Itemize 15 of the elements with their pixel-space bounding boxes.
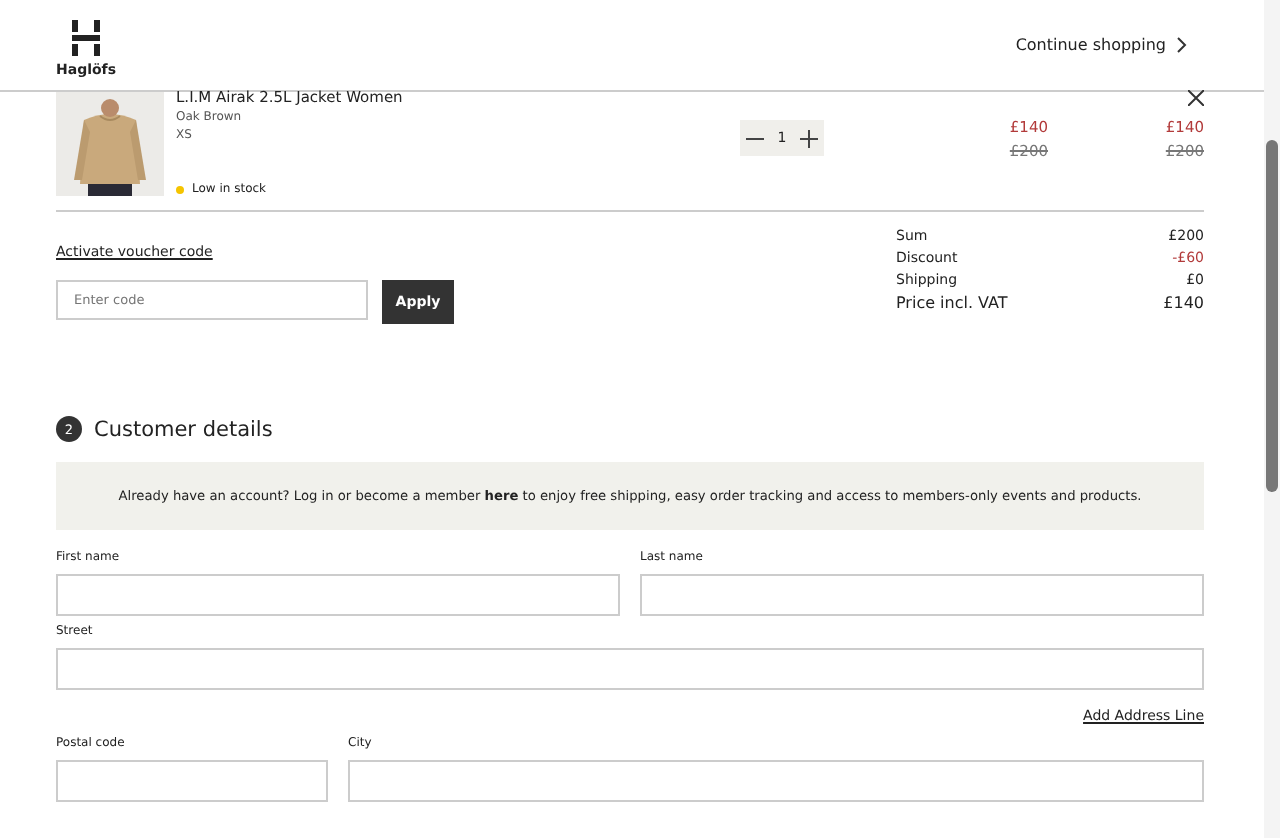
input-field[interactable] bbox=[348, 760, 1204, 802]
close-icon[interactable] bbox=[1188, 90, 1204, 106]
stock-dot bbox=[176, 185, 184, 193]
continue-shopping-link[interactable]: Continue shopping bbox=[1015, 36, 1188, 54]
section-title: Customer details bbox=[94, 417, 273, 441]
plus-icon[interactable] bbox=[799, 129, 818, 147]
input-field[interactable] bbox=[640, 574, 1204, 616]
input-field[interactable] bbox=[56, 574, 620, 616]
summary-label: Price incl. VAT bbox=[896, 292, 1008, 314]
scrollbar[interactable] bbox=[1264, 0, 1280, 838]
logo-icon[interactable] bbox=[70, 20, 102, 56]
input-field[interactable] bbox=[56, 760, 328, 802]
chevron-right-icon bbox=[1176, 36, 1188, 54]
summary-value: £140 bbox=[1163, 292, 1204, 314]
input-field[interactable] bbox=[56, 648, 1204, 690]
